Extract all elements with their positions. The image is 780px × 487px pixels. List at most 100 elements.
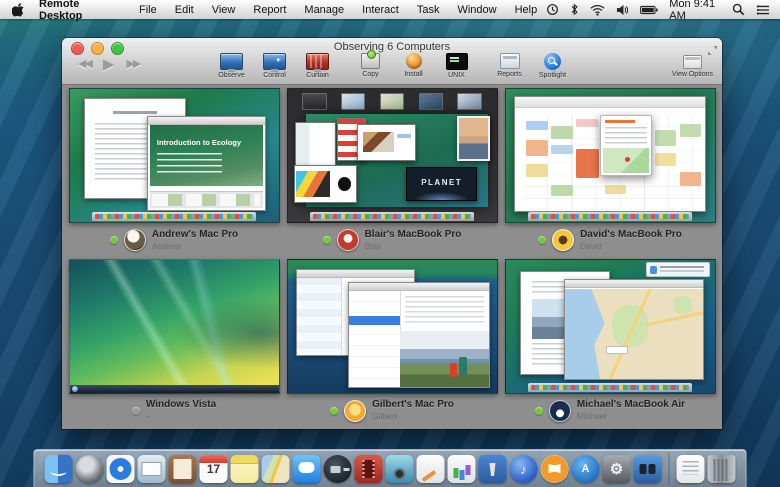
menu-interact[interactable]: Interact xyxy=(353,4,408,16)
rewind-button[interactable]: ◀◀ xyxy=(78,59,91,70)
menu-window[interactable]: Window xyxy=(448,4,505,16)
bluetooth-icon[interactable] xyxy=(570,3,579,16)
dock-facetime-icon[interactable] xyxy=(324,455,352,483)
menu-help[interactable]: Help xyxy=(506,4,547,16)
dock-safari-icon[interactable] xyxy=(107,455,135,483)
apple-menu-icon[interactable] xyxy=(12,3,24,17)
spotlight-menu-icon[interactable] xyxy=(732,3,745,16)
computer-cell: PLANET Blair's MacBook Pro Blair xyxy=(283,86,501,257)
dock-appstore-icon[interactable]: A xyxy=(572,455,600,483)
event-block xyxy=(526,164,547,176)
event-block xyxy=(551,126,572,138)
dock-numbers-icon[interactable] xyxy=(448,455,476,483)
status-dot xyxy=(132,407,140,415)
event-block xyxy=(605,185,626,194)
reports-button[interactable]: Reports xyxy=(491,53,528,79)
computer-user: – xyxy=(146,411,216,421)
dock-document-icon[interactable] xyxy=(677,455,705,483)
computer-user: Blair xyxy=(365,241,462,251)
curtain-icon xyxy=(306,53,329,70)
dock-ard-icon[interactable] xyxy=(634,455,662,483)
dock-trash-icon[interactable] xyxy=(708,455,736,483)
dock-finder-icon[interactable] xyxy=(45,455,73,483)
computer-user: Andrew xyxy=(152,241,238,251)
dock-calendar-icon[interactable]: 17 xyxy=(200,455,228,483)
wifi-icon[interactable] xyxy=(590,4,605,16)
menu-clock[interactable]: Mon 9:41 AM xyxy=(669,0,721,22)
computer-thumbnail-andrews-mac-pro[interactable]: Introduction to Ecology xyxy=(69,88,280,223)
computer-thumbnail-windows-vista[interactable] xyxy=(69,259,280,394)
menu-manage[interactable]: Manage xyxy=(295,4,353,16)
install-button[interactable]: Install xyxy=(395,53,432,79)
event-block xyxy=(655,153,676,166)
window-header[interactable]: Observing 6 Computers ◀◀ ▶ ▶▶ Observe xyxy=(62,38,722,85)
unix-button[interactable]: UNIX xyxy=(438,53,475,79)
dock-pages-icon[interactable] xyxy=(417,455,445,483)
forward-button[interactable]: ▶▶ xyxy=(126,59,139,70)
thumb-windows-taskbar xyxy=(70,385,279,393)
dock-photobooth-icon[interactable] xyxy=(355,455,383,483)
avatar-eagle xyxy=(124,229,146,251)
computer-cell: Windows Vista – xyxy=(65,257,283,428)
computer-cell: David's MacBook Pro David xyxy=(501,86,719,257)
computer-cell: Michael's MacBook Air Michael xyxy=(501,257,719,428)
volume-icon[interactable] xyxy=(616,4,629,16)
notification-center-icon[interactable] xyxy=(756,4,770,16)
event-popover xyxy=(600,115,651,176)
computer-cell: Introduction to Ecology Andrew's Mac Pro… xyxy=(65,86,283,257)
dock-notes-icon[interactable] xyxy=(231,455,259,483)
computer-thumbnail-gilberts-mac-pro[interactable] xyxy=(287,259,498,394)
active-app-name[interactable]: Remote Desktop xyxy=(30,0,130,22)
menu-edit[interactable]: Edit xyxy=(166,4,203,16)
battery-icon[interactable] xyxy=(640,5,658,15)
play-button[interactable]: ▶ xyxy=(103,57,115,72)
spotlight-search-icon xyxy=(544,53,561,70)
computer-thumbnail-blairs-macbook-pro[interactable]: PLANET xyxy=(287,88,498,223)
event-block xyxy=(526,121,547,130)
menu-view[interactable]: View xyxy=(203,4,245,16)
avatar-chick xyxy=(344,400,366,422)
copy-button[interactable]: Copy xyxy=(352,53,389,79)
thumb-calendar-window xyxy=(514,96,706,212)
dock: 17 ♪ A⚙ xyxy=(34,449,747,487)
computer-name: Michael's MacBook Air xyxy=(577,399,685,411)
event-block xyxy=(655,130,676,146)
computer-thumbnail-davids-macbook-pro[interactable] xyxy=(505,88,716,223)
status-dot xyxy=(330,407,338,415)
dock-iphoto-icon[interactable] xyxy=(386,455,414,483)
thumb-dock xyxy=(528,212,691,221)
avatar-apple xyxy=(337,229,359,251)
dock-maps-icon[interactable] xyxy=(262,455,290,483)
view-options-button[interactable]: View Options xyxy=(672,55,713,78)
sync-status-icon[interactable] xyxy=(546,3,559,16)
menu-file[interactable]: File xyxy=(130,4,166,16)
menu-task[interactable]: Task xyxy=(408,4,449,16)
observe-button[interactable]: Observe xyxy=(213,53,250,79)
dock-ibooks-icon[interactable] xyxy=(541,455,569,483)
dock-sysprefs-icon[interactable]: ⚙ xyxy=(603,455,631,483)
remote-desktop-window: Observing 6 Computers ◀◀ ▶ ▶▶ Observe xyxy=(62,38,722,429)
dock-keynote-icon[interactable] xyxy=(479,455,507,483)
curtain-button[interactable]: Curtain xyxy=(299,53,336,79)
thumb-desktop-space: PLANET xyxy=(306,114,488,207)
thumb-mission-control-spaces xyxy=(302,93,482,110)
computer-thumbnail-michaels-macbook-air[interactable] xyxy=(505,259,716,394)
movie-title-text: PLANET xyxy=(407,178,476,187)
spotlight-button[interactable]: Spotlight xyxy=(534,53,571,79)
thumb-dock xyxy=(528,383,691,392)
dock-itunes-icon[interactable]: ♪ xyxy=(510,455,538,483)
dock-divider xyxy=(669,453,670,485)
window-title: Observing 6 Computers xyxy=(62,41,722,53)
menu-items: FileEditViewReportManageInteractTaskWind… xyxy=(130,4,546,16)
control-button[interactable]: Control xyxy=(256,53,293,79)
dock-mail-icon[interactable] xyxy=(138,455,166,483)
thumb-notification-banner xyxy=(646,262,711,277)
status-dot xyxy=(538,236,546,244)
event-block xyxy=(551,185,572,195)
install-icon xyxy=(406,53,422,69)
avatar-penguin xyxy=(549,400,571,422)
dock-messages-icon[interactable] xyxy=(293,455,321,483)
dock-launchpad-icon[interactable] xyxy=(76,455,104,483)
menu-report[interactable]: Report xyxy=(244,4,295,16)
dock-contacts-icon[interactable] xyxy=(169,455,197,483)
